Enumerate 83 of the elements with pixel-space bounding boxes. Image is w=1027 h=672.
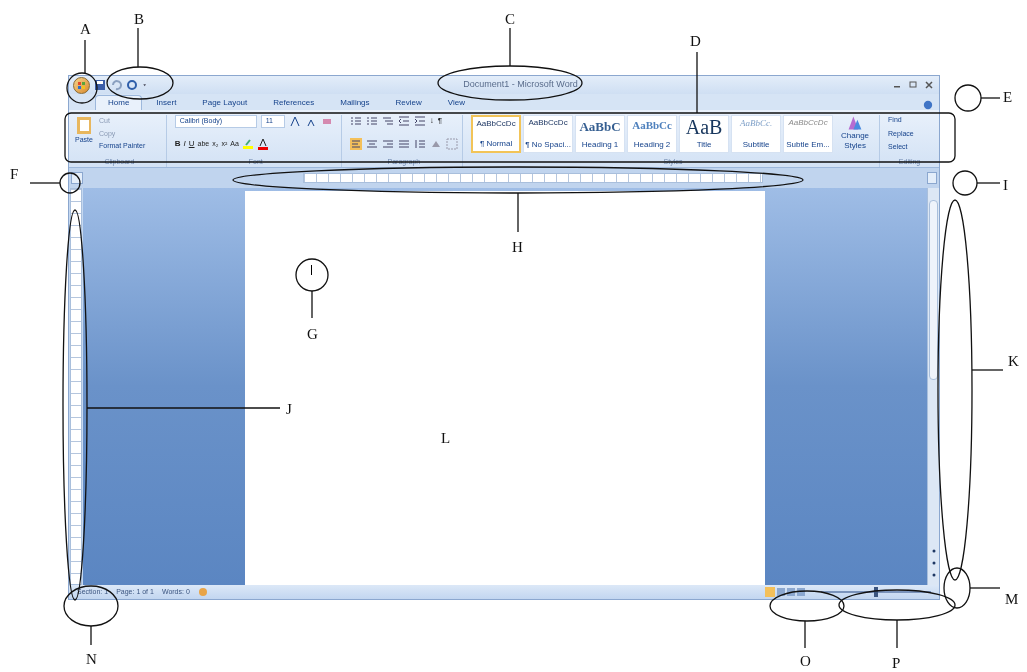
borders-icon[interactable]	[445, 137, 458, 150]
decrease-indent-icon[interactable]	[397, 115, 410, 127]
style-gallery-item[interactable]: AaBbCc. Subtitle	[731, 115, 782, 153]
style-name: Heading 1	[581, 139, 619, 151]
style-sample: AaBbCc	[632, 118, 672, 133]
callout-label: E	[1003, 88, 1013, 107]
callout-label: K	[1008, 352, 1019, 371]
style-name: Heading 2	[633, 139, 671, 151]
callout-label: C	[505, 10, 515, 29]
callout-label: G	[307, 325, 318, 344]
format-button[interactable]: I	[183, 138, 186, 150]
style-gallery-item[interactable]: AaB Title	[679, 115, 730, 153]
callout-label: P	[892, 654, 901, 672]
maximize-icon[interactable]	[907, 79, 919, 91]
sort-button[interactable]: ↓	[429, 115, 434, 127]
line-spacing-icon[interactable]	[413, 137, 426, 150]
ribbon-tab[interactable]: Home	[95, 95, 143, 110]
align-left-icon[interactable]	[349, 137, 362, 150]
callout-marker	[952, 170, 1001, 196]
bullets-icon[interactable]	[349, 115, 362, 127]
style-gallery-item[interactable]: AaBbCcDc ¶ No Spaci...	[523, 115, 574, 153]
vertical-scrollbar[interactable]	[927, 188, 939, 585]
ribbon-tab[interactable]: View	[435, 95, 477, 110]
scroll-thumb[interactable]	[929, 200, 938, 380]
callout-label: N	[86, 650, 97, 669]
grow-font-icon[interactable]	[288, 115, 301, 128]
callout-label: I	[1003, 176, 1008, 195]
style-sample: AaBbCc.	[739, 117, 773, 130]
style-name: ¶ Normal	[479, 138, 513, 150]
callout-label: J	[286, 400, 292, 419]
show-marks-button[interactable]: ¶	[437, 115, 443, 127]
style-sample: AaBbC	[579, 118, 621, 136]
vertical-ruler[interactable]	[70, 188, 82, 585]
redo-icon[interactable]	[126, 79, 138, 91]
ribbon-tab[interactable]: Review	[383, 95, 434, 110]
style-gallery-item[interactable]: AaBbC Heading 1	[575, 115, 626, 153]
view-ruler-button[interactable]	[927, 172, 937, 184]
multilevel-list-icon[interactable]	[381, 115, 394, 127]
callout-marker	[295, 258, 329, 319]
ribbon-tab[interactable]: Mailings	[328, 95, 382, 110]
callout-label: F	[10, 165, 19, 184]
style-gallery-item[interactable]: AaBbCc Heading 2	[627, 115, 678, 153]
clipboard-icon	[76, 115, 92, 135]
office-button[interactable]	[73, 76, 90, 94]
horizontal-ruler[interactable]	[303, 173, 763, 183]
align-right-icon[interactable]	[381, 137, 394, 150]
style-name: ¶ No Spaci...	[525, 139, 571, 151]
style-sample: AaBbCcDc	[476, 118, 516, 130]
window-title: Document1 - Microsoft Word	[462, 78, 579, 92]
proofing-icon[interactable]	[197, 587, 208, 597]
callout-label: A	[80, 20, 91, 39]
callout-marker	[29, 172, 81, 194]
callout-label: M	[1005, 590, 1019, 609]
text-cursor	[311, 265, 312, 275]
style-sample: AaBbCcDc	[788, 117, 828, 129]
increase-indent-icon[interactable]	[413, 115, 426, 127]
undo-icon[interactable]	[110, 79, 122, 91]
close-icon[interactable]	[923, 79, 935, 91]
ribbon-tab[interactable]: References	[261, 95, 327, 110]
callout-label: O	[800, 652, 811, 671]
style-gallery-item[interactable]: AaBbCcDc ¶ Normal	[471, 115, 522, 153]
ribbon-tab[interactable]: Insert	[144, 95, 189, 110]
numbering-icon[interactable]	[365, 115, 378, 127]
change-styles-icon[interactable]	[847, 115, 864, 131]
callout-label: H	[512, 238, 523, 257]
change-styles-button[interactable]: Change Styles	[835, 131, 876, 151]
save-icon[interactable]	[94, 79, 106, 91]
callout-label: D	[690, 32, 701, 51]
style-sample: AaB	[685, 117, 723, 137]
style-name: Subtitle	[742, 139, 770, 151]
format-button[interactable]: U	[188, 138, 195, 150]
zoom-slider-thumb[interactable]	[874, 587, 878, 597]
ribbon-tab[interactable]: Page Layout	[190, 95, 260, 110]
style-name: Title	[696, 139, 712, 151]
format-button[interactable]: B	[174, 138, 181, 150]
callout-label: B	[134, 10, 144, 29]
font-color-icon[interactable]	[256, 138, 269, 150]
style-gallery-item[interactable]: AaBbCcDc Subtle Em...	[783, 115, 834, 153]
style-sample: AaBbCcDc	[528, 117, 568, 129]
align-center-icon[interactable]	[365, 137, 378, 150]
justify-icon[interactable]	[397, 137, 410, 150]
style-name: Subtle Em...	[786, 139, 830, 151]
callout-label: L	[441, 429, 451, 448]
